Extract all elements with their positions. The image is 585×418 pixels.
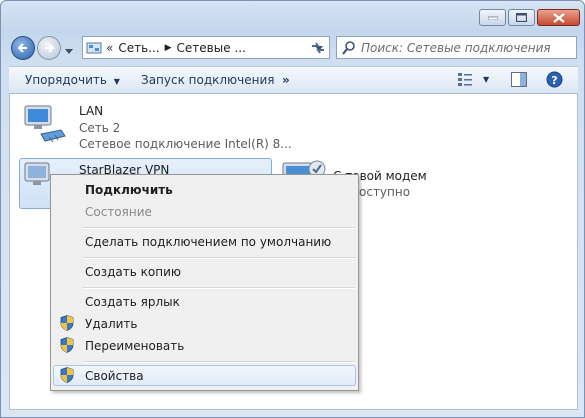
- menu-item-create-copy[interactable]: Создать копию: [53, 261, 356, 282]
- network-folder-icon: [86, 42, 102, 53]
- menu-item-connect[interactable]: Подключить: [53, 179, 356, 200]
- help-button[interactable]: ?: [546, 71, 563, 91]
- menu-separator: [83, 361, 355, 363]
- menu-item-label: Сделать подключением по умолчанию: [85, 234, 332, 249]
- context-menu: Подключить Состояние Сделать подключение…: [50, 174, 359, 391]
- menu-item-label: Свойства: [85, 368, 144, 383]
- svg-text:?: ?: [551, 74, 557, 87]
- search-placeholder[interactable]: Поиск: Сетевые подключения: [361, 41, 551, 55]
- view-details-icon: [458, 73, 472, 86]
- refresh-button[interactable]: [306, 39, 330, 57]
- search-icon: [342, 40, 355, 55]
- menu-item-delete[interactable]: Удалить: [53, 313, 356, 334]
- arrow-right-icon: [45, 43, 55, 53]
- menu-item-set-default[interactable]: Сделать подключением по умолчанию: [53, 231, 356, 252]
- menu-item-label: Подключить: [85, 182, 173, 197]
- menu-item-label: Удалить: [85, 316, 138, 331]
- menu-item-rename[interactable]: Переименовать: [53, 335, 356, 356]
- menu-separator: [83, 227, 355, 229]
- close-icon: [552, 12, 565, 23]
- command-bar: Упорядочить ▼ Запуск подключения » ▼ ?: [9, 66, 578, 94]
- connection-name: LAN: [79, 104, 104, 118]
- arrow-left-icon: [17, 43, 27, 53]
- preview-pane-icon: [511, 72, 527, 87]
- refresh-icon: [312, 42, 324, 54]
- views-button[interactable]: [457, 72, 473, 89]
- menu-item-label: Состояние: [85, 204, 152, 219]
- back-button[interactable]: [11, 36, 35, 60]
- menu-separator: [83, 257, 355, 259]
- menu-item-status[interactable]: Состояние: [53, 201, 356, 222]
- chevron-down-icon[interactable]: ▼: [483, 75, 489, 84]
- preview-pane-button[interactable]: [511, 72, 527, 90]
- network-adapter-icon: [24, 105, 66, 143]
- maximize-button[interactable]: [508, 9, 535, 26]
- connection-device: Сетевое подключение Intel(R) 8...: [79, 137, 292, 151]
- menu-item-properties[interactable]: Свойства: [53, 365, 356, 386]
- vpn-icon: [24, 162, 50, 185]
- more-commands-button[interactable]: »: [282, 73, 290, 87]
- minimize-icon: [487, 16, 498, 20]
- connection-status: оступно: [359, 185, 411, 199]
- close-button[interactable]: [537, 9, 580, 26]
- uac-shield-icon: [60, 315, 74, 331]
- start-connection-button[interactable]: Запуск подключения: [141, 73, 275, 87]
- connection-status: Сеть 2: [79, 121, 121, 135]
- address-prefix[interactable]: «: [106, 41, 113, 55]
- minimize-button[interactable]: [479, 9, 506, 26]
- menu-item-label: Создать ярлык: [85, 294, 180, 309]
- address-bar[interactable]: « Сеть... ▶ Сетевые ...: [82, 36, 330, 59]
- uac-shield-icon: [60, 337, 74, 353]
- forward-button[interactable]: [37, 36, 61, 60]
- menu-item-label: Создать копию: [85, 264, 181, 279]
- menu-item-label: Переименовать: [85, 338, 185, 353]
- recent-pages-dropdown[interactable]: [65, 44, 73, 58]
- breadcrumb-separator-icon[interactable]: ▶: [165, 43, 172, 53]
- organize-menu[interactable]: Упорядочить ▼: [25, 73, 120, 87]
- chevron-down-icon: ▼: [113, 77, 120, 86]
- menu-item-create-shortcut[interactable]: Создать ярлык: [53, 291, 356, 312]
- search-box[interactable]: Поиск: Сетевые подключения: [336, 36, 577, 59]
- breadcrumb-network[interactable]: Сеть...: [118, 41, 159, 55]
- breadcrumb-connections[interactable]: Сетевые ...: [177, 41, 246, 55]
- chevron-down-icon: [65, 49, 73, 54]
- uac-shield-icon: [60, 367, 74, 383]
- organize-label: Упорядочить: [25, 73, 107, 87]
- help-icon: ?: [546, 71, 563, 88]
- menu-separator: [83, 287, 355, 289]
- maximize-icon: [516, 13, 527, 22]
- explorer-window: « Сеть... ▶ Сетевые ... Поиск: Сетевые п…: [0, 0, 585, 418]
